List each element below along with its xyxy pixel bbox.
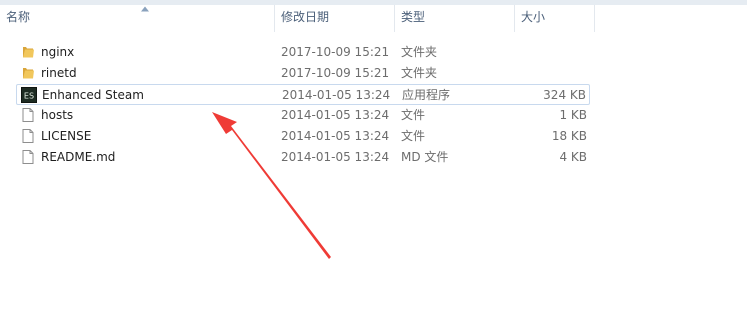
annotation-arrow — [212, 112, 331, 259]
